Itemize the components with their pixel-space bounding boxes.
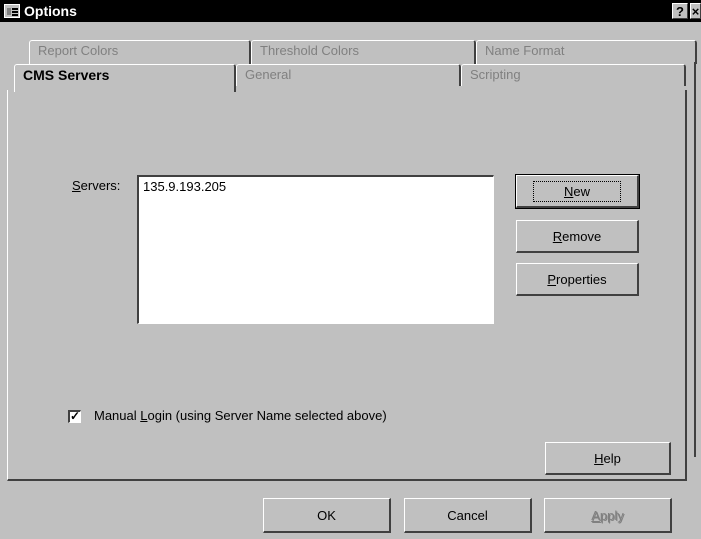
help-title-button[interactable]: ? (672, 3, 688, 19)
remove-button[interactable]: Remove (516, 220, 639, 253)
help-button[interactable]: Help (545, 442, 671, 475)
apply-button[interactable]: Apply (544, 498, 672, 533)
cancel-button[interactable]: Cancel (404, 498, 532, 533)
servers-listbox[interactable]: 135.9.193.205 (137, 175, 494, 324)
properties-button[interactable]: Properties (516, 263, 639, 296)
manual-login-checkbox[interactable]: ✓ (68, 410, 81, 423)
tab-stack-edge (694, 62, 696, 457)
tab-label: CMS Servers (23, 67, 110, 83)
tab-cms-servers[interactable]: CMS Servers (14, 64, 236, 92)
tab-scripting[interactable]: Scripting (461, 64, 686, 86)
manual-login-label: Manual Login (using Server Name selected… (94, 408, 387, 423)
tab-label: General (245, 67, 292, 82)
checkmark-icon: ✓ (70, 409, 81, 423)
options-window-icon (4, 4, 20, 18)
tab-label: Scripting (470, 67, 521, 82)
close-button[interactable]: × (690, 3, 701, 19)
ok-button[interactable]: OK (263, 498, 391, 533)
servers-label: Servers: (72, 178, 121, 193)
tab-label: Name Format (485, 43, 565, 58)
tab-label: Threshold Colors (260, 43, 359, 58)
tab-report-colors[interactable]: Report Colors (29, 40, 251, 64)
tab-general[interactable]: General (236, 64, 461, 86)
new-button[interactable]: New (515, 174, 640, 209)
window-title: Options (24, 3, 77, 19)
tab-threshold-colors[interactable]: Threshold Colors (251, 40, 476, 64)
tab-name-format[interactable]: Name Format (476, 40, 697, 64)
title-bar: Options ? × (0, 0, 701, 22)
list-item[interactable]: 135.9.193.205 (143, 179, 226, 194)
tab-label: Report Colors (38, 43, 119, 58)
